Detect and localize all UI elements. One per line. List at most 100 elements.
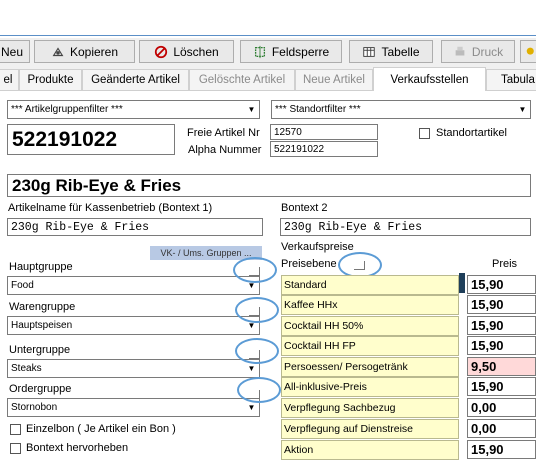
alpha-number-label: Alpha Nummer <box>188 144 262 156</box>
tab-produkte[interactable]: Produkte <box>19 69 82 90</box>
price-level-row[interactable]: Verpflegung Sachbezug <box>281 398 459 418</box>
price-field[interactable]: 15,90 <box>467 316 536 335</box>
tab-geloeschte-artikel[interactable]: Gelöschte Artikel <box>189 69 295 90</box>
window-top-strip <box>0 0 536 36</box>
einzelbon-checkbox[interactable] <box>10 424 21 435</box>
print-button[interactable]: Druck <box>441 40 515 63</box>
key-icon <box>526 47 534 55</box>
untergruppe-select[interactable]: Steaks ▼ <box>7 359 260 378</box>
price-level-row[interactable]: Cocktail HH 50% <box>281 316 459 336</box>
price-value: 15,90 <box>471 442 504 457</box>
price-field-highlighted[interactable]: 9,50 <box>467 357 536 376</box>
group-filter-select[interactable]: *** Artikelgruppenfilter *** ▼ <box>7 100 260 119</box>
price-value: 15,90 <box>471 318 504 333</box>
price-level-name: All-inklusive-Preis <box>284 381 367 393</box>
field-lock-label: Feldsperre <box>271 44 330 59</box>
group-filter-value: *** Artikelgruppenfilter *** <box>11 104 123 115</box>
price-level-row[interactable]: All-inklusive-Preis <box>281 377 459 397</box>
bontext2-value: 230g Rib-Eye & Fries <box>284 220 423 234</box>
price-value: 15,90 <box>471 379 504 394</box>
price-level-row[interactable]: Cocktail HH FP <box>281 336 459 356</box>
free-article-label: Freie Artikel Nr <box>187 127 260 139</box>
toolbar: Neu Kopieren Löschen Feldsperre Tabelle … <box>0 38 536 66</box>
tab-neue-artikel[interactable]: Neue Artikel <box>295 69 373 90</box>
warengruppe-value: Hauptspeisen <box>11 320 73 331</box>
kasse-name-field[interactable]: 230g Rib-Eye & Fries <box>7 218 263 236</box>
tab-label: Verkaufsstellen <box>390 73 469 86</box>
ordergruppe-label: Ordergruppe <box>9 383 72 395</box>
vk-groups-label: VK- / Ums. Gruppen ... <box>160 248 252 258</box>
price-level-row[interactable]: Kaffee HHx <box>281 295 459 315</box>
copy-button[interactable]: Kopieren <box>34 40 135 63</box>
price-level-row[interactable]: Aktion <box>281 440 459 460</box>
new-button[interactable]: Neu <box>0 40 30 63</box>
highlight-circle <box>235 338 279 364</box>
price-value: 15,90 <box>471 277 504 292</box>
alpha-number-field[interactable]: 522191022 <box>270 141 378 157</box>
price-field[interactable]: 15,90 <box>467 336 536 355</box>
tab-label: Tabula <box>501 74 535 86</box>
price-level-row[interactable]: Persoessen/ Persogetränk <box>281 357 459 377</box>
hauptgruppe-label: Hauptgruppe <box>9 261 73 273</box>
tab-tabula[interactable]: Tabula <box>486 69 536 90</box>
table-icon <box>363 46 376 57</box>
kasse-name-value: 230g Rib-Eye & Fries <box>11 220 150 234</box>
bontext-checkbox[interactable] <box>10 443 21 454</box>
warengruppe-select[interactable]: Hauptspeisen ▼ <box>7 316 260 335</box>
price-value: 0,00 <box>471 421 497 436</box>
print-icon <box>455 46 465 55</box>
delete-button[interactable]: Löschen <box>139 40 234 63</box>
hauptgruppe-value: Food <box>11 280 34 291</box>
article-number-field[interactable]: 522191022 <box>7 124 175 155</box>
tab-partial[interactable]: el <box>0 69 19 90</box>
article-name-value: 230g Rib-Eye & Fries <box>12 175 182 195</box>
article-number-value: 522191022 <box>12 127 118 151</box>
copy-icon <box>52 46 64 56</box>
bontext-label: Bontext hervorheben <box>26 442 129 454</box>
highlight-circle <box>237 377 281 403</box>
price-field[interactable]: 0,00 <box>467 419 536 438</box>
untergruppe-label: Untergruppe <box>9 344 71 356</box>
price-level-row[interactable]: Verpflegung auf Dienstreise <box>281 419 459 439</box>
price-level-name: Aktion <box>284 444 314 456</box>
chevron-down-icon: ▼ <box>247 105 256 114</box>
free-article-value: 12570 <box>274 126 302 138</box>
hauptgruppe-select[interactable]: Food ▼ <box>7 276 260 295</box>
price-level-name: Standard <box>284 279 327 291</box>
ordergruppe-select[interactable]: Stornobon ▼ <box>7 398 260 417</box>
article-name-field[interactable]: 230g Rib-Eye & Fries <box>7 174 531 197</box>
warengruppe-label: Warengruppe <box>9 301 76 313</box>
highlight-circle <box>235 297 279 323</box>
free-article-field[interactable]: 12570 <box>270 124 378 140</box>
tab-label: Produkte <box>27 74 74 86</box>
location-filter-select[interactable]: *** Standortfilter *** ▼ <box>271 100 531 119</box>
price-field[interactable]: 15,90 <box>467 377 536 396</box>
price-level-name: Verpflegung Sachbezug <box>284 402 396 414</box>
more-button[interactable] <box>520 40 536 63</box>
table-button[interactable]: Tabelle <box>349 40 433 63</box>
price-level-row[interactable]: Standard <box>281 275 459 295</box>
price-field[interactable]: 0,00 <box>467 398 536 417</box>
bontext2-field[interactable]: 230g Rib-Eye & Fries <box>280 218 531 236</box>
tab-verkaufsstellen[interactable]: Verkaufsstellen <box>373 67 486 91</box>
standort-checkbox[interactable] <box>419 128 430 139</box>
chevron-down-icon: ▼ <box>518 105 527 114</box>
article-panel: *** Artikelgruppenfilter *** ▼ *** Stand… <box>0 91 536 467</box>
price-value: 15,90 <box>471 297 504 312</box>
price-header: Preis <box>492 258 518 270</box>
field-lock-button[interactable]: Feldsperre <box>240 40 342 63</box>
standort-label: Standortartikel <box>436 127 507 139</box>
tab-geaenderte-artikel[interactable]: Geänderte Artikel <box>82 69 189 90</box>
delete-icon <box>155 45 168 58</box>
table-label: Tabelle <box>381 44 420 59</box>
einzelbon-label: Einzelbon ( Je Artikel ein Bon ) <box>26 423 176 435</box>
tab-label: el <box>3 74 13 86</box>
copy-label: Kopieren <box>69 44 119 59</box>
price-field[interactable]: 15,90 <box>467 440 536 459</box>
price-field[interactable]: 15,90 <box>467 275 536 294</box>
price-field[interactable]: 15,90 <box>467 295 536 314</box>
ordergruppe-value: Stornobon <box>11 402 58 413</box>
delete-label: Löschen <box>173 44 219 59</box>
price-value: 0,00 <box>471 400 497 415</box>
price-value: 9,50 <box>471 359 497 374</box>
